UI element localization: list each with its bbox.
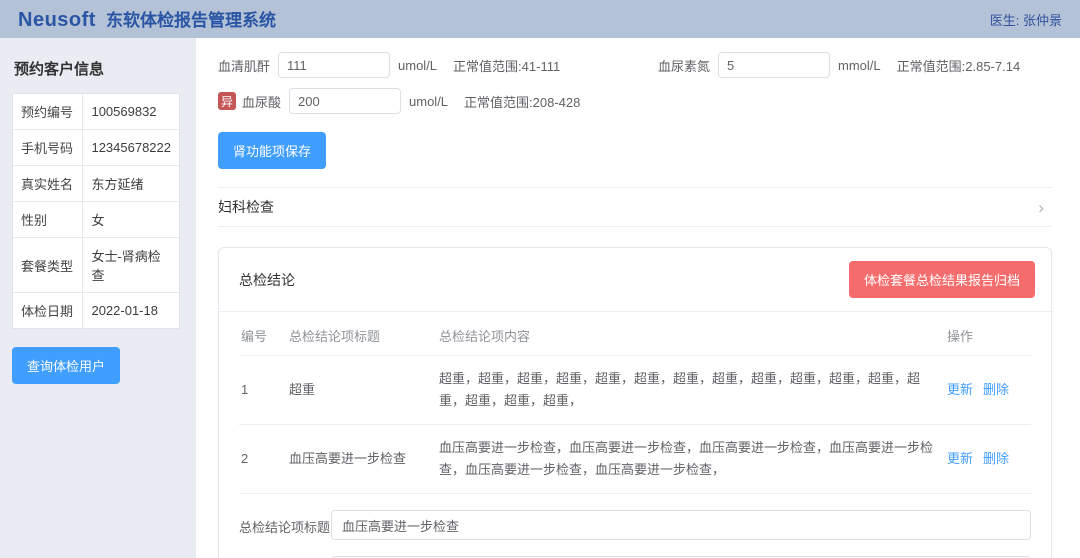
- exam-date-value: 2022-01-18: [83, 293, 180, 329]
- doctor-label: 医生: 张仲景: [990, 10, 1062, 29]
- phone-value: 12345678222: [83, 130, 180, 166]
- abnormal-badge: 异: [218, 92, 236, 110]
- appointment-no-label: 预约编号: [13, 94, 83, 130]
- appointment-info-table: 预约编号 100569832 手机号码 12345678222 真实姓名 东方延…: [12, 93, 180, 329]
- gynecology-title: 妇科检查: [218, 197, 274, 217]
- chevron-right-icon: ›: [1038, 199, 1044, 216]
- conclusion-table-header-row: 编号 总检结论项标题 总检结论项内容 操作: [239, 314, 1031, 356]
- conclusion-title-form-line: 总检结论项标题: [219, 510, 1051, 540]
- row-actions: 更新删除: [945, 425, 1031, 494]
- row-title: 血压高要进一步检查: [287, 425, 437, 494]
- update-link[interactable]: 更新: [947, 451, 973, 466]
- serum-creatinine-range: 正常值范围:41-111: [453, 56, 560, 75]
- sidebar-title: 预约客户信息: [14, 58, 182, 79]
- table-row: 真实姓名 东方延绪: [13, 166, 180, 202]
- serum-creatinine-input[interactable]: [278, 52, 390, 78]
- conclusion-title-label: 总检结论项标题: [239, 510, 331, 536]
- serum-creatinine-unit: umol/L: [398, 58, 437, 73]
- blood-uric-acid-input[interactable]: [289, 88, 401, 114]
- header-title: 总检结论项标题: [287, 314, 437, 356]
- gender-value: 女: [83, 202, 180, 238]
- blood-uric-acid-field: 异 血尿酸 umol/L 正常值范围:208-428: [218, 88, 580, 114]
- conclusion-title-input[interactable]: [331, 510, 1031, 540]
- gynecology-collapse-row[interactable]: 妇科检查 ›: [218, 187, 1052, 227]
- table-row: 性别 女: [13, 202, 180, 238]
- update-link[interactable]: 更新: [947, 382, 973, 397]
- kidney-save-button[interactable]: 肾功能项保存: [218, 132, 326, 169]
- phone-label: 手机号码: [13, 130, 83, 166]
- row-content: 血压高要进一步检查，血压高要进一步检查，血压高要进一步检查，血压高要进一步检查，…: [437, 425, 945, 494]
- gender-label: 性别: [13, 202, 83, 238]
- package-type-value: 女士-肾病检查: [83, 238, 180, 293]
- blood-urea-nitrogen-unit: mmol/L: [838, 58, 881, 73]
- header-content: 总检结论项内容: [437, 314, 945, 356]
- delete-link[interactable]: 删除: [983, 451, 1009, 466]
- real-name-label: 真实姓名: [13, 166, 83, 202]
- blood-urea-nitrogen-label: 血尿素氮: [658, 56, 710, 75]
- conclusion-table: 编号 总检结论项标题 总检结论项内容 操作 1 超重 超重，超重，超重，超重，超…: [239, 314, 1031, 494]
- app-brand-wrap: Neusoft 东软体检报告管理系统: [18, 6, 276, 32]
- blood-uric-acid-label: 血尿酸: [242, 92, 281, 111]
- conclusion-panel-title: 总检结论: [239, 270, 295, 290]
- sidebar-appointment-info: 预约客户信息 预约编号 100569832 手机号码 12345678222 真…: [0, 38, 196, 558]
- blood-urea-nitrogen-input[interactable]: [718, 52, 830, 78]
- table-row: 体检日期 2022-01-18: [13, 293, 180, 329]
- row-actions: 更新删除: [945, 356, 1031, 425]
- neusoft-logo: Neusoft: [18, 9, 96, 32]
- delete-link[interactable]: 删除: [983, 382, 1009, 397]
- appointment-no-value: 100569832: [83, 94, 180, 130]
- blood-urea-nitrogen-field: 血尿素氮 mmol/L 正常值范围:2.85-7.14: [658, 52, 1020, 78]
- app-header: Neusoft 东软体检报告管理系统 医生: 张仲景: [0, 0, 1080, 38]
- header-no: 编号: [239, 314, 287, 356]
- exam-date-label: 体检日期: [13, 293, 83, 329]
- table-row: 预约编号 100569832: [13, 94, 180, 130]
- package-type-label: 套餐类型: [13, 238, 83, 293]
- real-name-value: 东方延绪: [83, 166, 180, 202]
- blood-urea-nitrogen-range: 正常值范围:2.85-7.14: [897, 56, 1021, 75]
- app-title: 东软体检报告管理系统: [106, 6, 276, 31]
- kidney-field-row-1: 血清肌酐 umol/L 正常值范围:41-111 血尿素氮 mmol/L 正常值…: [218, 52, 1052, 78]
- table-row: 2 血压高要进一步检查 血压高要进一步检查，血压高要进一步检查，血压高要进一步检…: [239, 425, 1031, 494]
- row-content: 超重，超重，超重，超重，超重，超重，超重，超重，超重，超重，超重，超重，超重，超…: [437, 356, 945, 425]
- row-no: 2: [239, 425, 287, 494]
- kidney-field-row-2: 异 血尿酸 umol/L 正常值范围:208-428: [218, 88, 1052, 114]
- serum-creatinine-label: 血清肌酐: [218, 56, 270, 75]
- conclusion-panel-header: 总检结论 体检套餐总检结果报告归档: [219, 248, 1051, 312]
- table-row: 1 超重 超重，超重，超重，超重，超重，超重，超重，超重，超重，超重，超重，超重…: [239, 356, 1031, 425]
- conclusion-panel: 总检结论 体检套餐总检结果报告归档 编号 总检结论项标题 总检结论项内容 操作 …: [218, 247, 1052, 558]
- header-actions: 操作: [945, 314, 1031, 356]
- serum-creatinine-field: 血清肌酐 umol/L 正常值范围:41-111: [218, 52, 658, 78]
- blood-uric-acid-unit: umol/L: [409, 94, 448, 109]
- table-row: 手机号码 12345678222: [13, 130, 180, 166]
- blood-uric-acid-range: 正常值范围:208-428: [464, 92, 580, 111]
- archive-report-button[interactable]: 体检套餐总检结果报告归档: [849, 261, 1035, 298]
- row-title: 超重: [287, 356, 437, 425]
- main-content: 血清肌酐 umol/L 正常值范围:41-111 血尿素氮 mmol/L 正常值…: [196, 38, 1080, 558]
- table-row: 套餐类型 女士-肾病检查: [13, 238, 180, 293]
- row-no: 1: [239, 356, 287, 425]
- query-exam-user-button[interactable]: 查询体检用户: [12, 347, 120, 384]
